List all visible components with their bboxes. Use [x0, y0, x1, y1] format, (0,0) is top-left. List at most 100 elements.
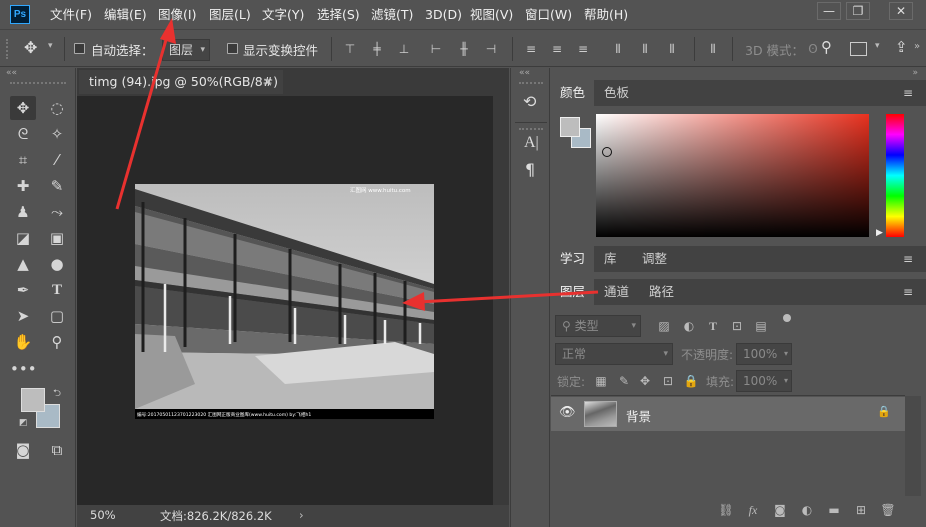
edit-toolbar-icon[interactable]: ••• [10, 357, 37, 381]
layers-scrollbar[interactable] [905, 396, 921, 496]
align-vcenter-icon[interactable]: ╪ [370, 41, 384, 57]
magic-wand-icon[interactable]: ✧ [44, 122, 70, 146]
lock-position-icon[interactable]: ✥ [637, 373, 653, 389]
lock-transparent-icon[interactable]: ▦ [593, 373, 609, 389]
collapse-icon[interactable]: «« [519, 68, 530, 78]
crop-tool-icon[interactable]: ⌗ [10, 148, 36, 172]
distribute-hcenter-icon[interactable]: ⫴ [638, 41, 652, 57]
hue-slider[interactable] [886, 114, 904, 237]
close-window-button[interactable]: ✕ [889, 2, 913, 20]
delete-layer-icon[interactable]: 🗑 [879, 502, 897, 518]
gradient-tool-icon[interactable]: ▣ [44, 226, 70, 250]
lock-artboard-icon[interactable]: ⊡ [660, 373, 676, 389]
menu-filter[interactable]: 滤镜(T) [371, 0, 413, 30]
brush-tool-icon[interactable]: ✎ [44, 174, 70, 198]
align-bottom-icon[interactable]: ⊥ [397, 41, 411, 57]
quick-mask-icon[interactable]: ◙ [10, 438, 36, 462]
healing-brush-icon[interactable]: ✚ [10, 174, 36, 198]
filter-adjustment-icon[interactable]: ◐ [681, 318, 697, 334]
lock-all-icon[interactable]: 🔒 [683, 373, 699, 389]
menu-window[interactable]: 窗口(W) [525, 0, 572, 30]
lock-pixels-icon[interactable]: ✎ [616, 373, 632, 389]
default-colors-icon[interactable]: ◩ [19, 418, 28, 428]
history-panel-icon[interactable]: ⟲ [523, 92, 536, 111]
rectangle-tool-icon[interactable]: ▢ [44, 304, 70, 328]
menu-view[interactable]: 视图(V) [470, 0, 513, 30]
collapse-icon[interactable]: «« [6, 68, 17, 78]
new-layer-icon[interactable]: ⊞ [852, 502, 870, 518]
screen-mode-icon[interactable]: ⧉ [44, 438, 70, 462]
panel-menu-icon[interactable]: ≡ [903, 285, 913, 299]
workspace-chevron-icon[interactable]: ▾ [875, 41, 880, 51]
hand-tool-icon[interactable]: ✋ [10, 330, 36, 354]
dodge-tool-icon[interactable]: ● [44, 252, 70, 276]
fill-chevron-icon[interactable]: ▾ [784, 371, 788, 391]
link-layers-icon[interactable]: ⛓ [717, 502, 735, 518]
swap-colors-icon[interactable]: ⮌ [53, 386, 61, 403]
filter-pixel-icon[interactable]: ▨ [656, 318, 672, 334]
eyedropper-icon[interactable]: ⁄ [44, 148, 70, 172]
hue-slider-handle-icon[interactable]: ▶ [876, 228, 883, 238]
path-selection-icon[interactable]: ➤ [10, 304, 36, 328]
layer-style-icon[interactable]: fx [744, 502, 762, 518]
tab-swatches[interactable]: 色板 [595, 80, 638, 106]
minimize-button[interactable]: — [817, 2, 841, 20]
distribute-top-icon[interactable]: ≡ [524, 41, 538, 57]
stamp-tool-icon[interactable]: ♟ [10, 200, 36, 224]
menu-image[interactable]: 图像(I) [158, 0, 196, 30]
more-icon[interactable]: » [914, 41, 920, 52]
marquee-tool-icon[interactable]: ◌ [44, 96, 70, 120]
filter-shape-icon[interactable]: ⊡ [729, 318, 745, 334]
tool-preset-chevron-icon[interactable]: ▾ [48, 41, 53, 51]
menu-layer[interactable]: 图层(L) [209, 0, 251, 30]
distribute-bottom-icon[interactable]: ≡ [576, 41, 590, 57]
eraser-tool-icon[interactable]: ◪ [10, 226, 36, 250]
align-right-icon[interactable]: ⊣ [484, 41, 498, 57]
menu-type[interactable]: 文字(Y) [262, 0, 304, 30]
color-picker-field[interactable] [596, 114, 869, 237]
tab-learn[interactable]: 学习 [551, 246, 595, 272]
tab-libraries[interactable]: 库 [595, 246, 626, 272]
color-foreground-swatch[interactable] [560, 117, 580, 137]
auto-select-target-dropdown[interactable]: 图层 ▾ [162, 39, 210, 61]
menu-edit[interactable]: 编辑(E) [104, 0, 147, 30]
menu-file[interactable]: 文件(F) [50, 0, 92, 30]
character-panel-icon[interactable]: A| [524, 134, 539, 152]
pen-tool-icon[interactable]: ✒ [10, 278, 36, 302]
lasso-tool-icon[interactable]: ᘓ [10, 122, 36, 146]
foreground-color-swatch[interactable] [21, 388, 45, 412]
menu-help[interactable]: 帮助(H) [584, 0, 628, 30]
zoom-tool-icon[interactable]: ⚲ [44, 330, 70, 354]
collapse-panel-icon[interactable]: » [912, 68, 918, 78]
color-picker-cursor[interactable] [602, 147, 612, 157]
adjustment-layer-icon[interactable]: ◐ [798, 502, 816, 518]
opacity-chevron-icon[interactable]: ▾ [784, 344, 788, 364]
layer-row[interactable]: 👁 背景 🔒 [551, 397, 905, 431]
type-tool-icon[interactable]: T [44, 278, 70, 302]
new-group-icon[interactable]: ▬ [825, 502, 843, 518]
blur-tool-icon[interactable]: ▲ [10, 252, 36, 276]
zoom-level[interactable]: 50% [90, 508, 116, 522]
move-tool-icon[interactable]: ✥ [10, 96, 36, 120]
align-left-icon[interactable]: ⊢ [429, 41, 443, 57]
tab-layers[interactable]: 图层 [551, 279, 595, 305]
filter-type-icon[interactable]: T [705, 318, 721, 334]
distribute-right-icon[interactable]: ⫴ [665, 41, 679, 57]
menu-select[interactable]: 选择(S) [317, 0, 360, 30]
distribute-vcenter-icon[interactable]: ≡ [550, 41, 564, 57]
document-tab[interactable]: timg (94).jpg @ 50%(RGB/8#) * × [79, 70, 283, 113]
align-hcenter-icon[interactable]: ╫ [457, 41, 471, 57]
3d-orbit-icon[interactable]: ʘ [806, 41, 820, 57]
panel-menu-icon[interactable]: ≡ [903, 86, 913, 100]
fill-input[interactable]: 100% ▾ [736, 370, 792, 392]
paragraph-panel-icon[interactable]: ¶ [525, 160, 535, 179]
show-transform-checkbox[interactable] [227, 43, 238, 54]
auto-align-icon[interactable]: ⦀ [706, 41, 720, 57]
vertical-scrollbar[interactable] [493, 96, 509, 505]
visibility-eye-icon[interactable]: 👁 [559, 405, 576, 420]
menu-3d[interactable]: 3D(D) [425, 0, 462, 30]
opacity-input[interactable]: 100% ▾ [736, 343, 792, 365]
panel-menu-icon[interactable]: ≡ [903, 252, 913, 266]
filter-smart-object-icon[interactable]: ▤ [753, 318, 769, 334]
history-brush-icon[interactable]: ⤳ [44, 200, 70, 224]
